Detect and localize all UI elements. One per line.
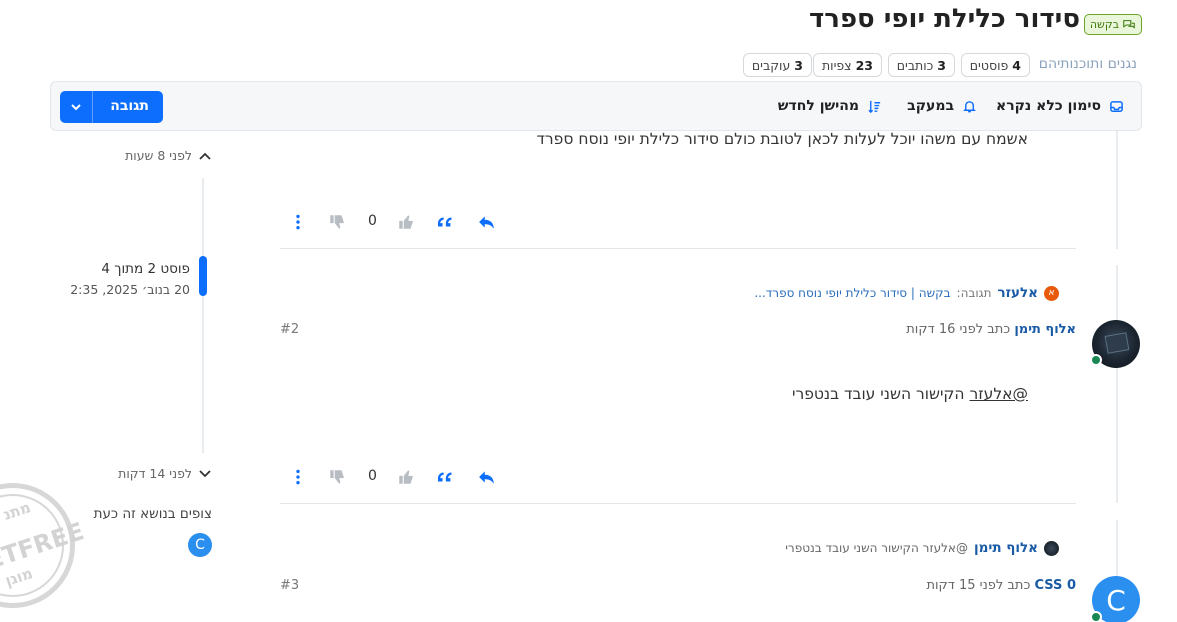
post-author[interactable]: אלוף תימן bbox=[1014, 322, 1076, 337]
post-2-header: אלוף תימן כתב לפני 16 דקות bbox=[906, 322, 1076, 337]
stat-views-label: צפיות bbox=[821, 57, 852, 73]
thumbs-down-icon[interactable] bbox=[325, 208, 349, 236]
tracking-button[interactable]: במעקב bbox=[907, 82, 977, 130]
topic-title: סידור כלילת יופי ספרד bbox=[809, 4, 1080, 34]
mention-link[interactable]: @אלעזר bbox=[970, 385, 1029, 403]
mark-unread-label: סימון כלא נקרא bbox=[996, 98, 1101, 114]
timeline-line bbox=[1116, 131, 1118, 249]
stat-writers-label: כותבים bbox=[896, 57, 934, 73]
post-meta[interactable]: כתב לפני 16 דקות bbox=[906, 322, 1010, 337]
thumbs-up-icon[interactable] bbox=[394, 463, 418, 491]
reply-icon[interactable] bbox=[475, 208, 499, 236]
nav-thumb[interactable] bbox=[199, 256, 207, 296]
reply-icon[interactable] bbox=[475, 463, 499, 491]
stat-views-value: 23 bbox=[855, 57, 873, 73]
chevron-down-icon[interactable] bbox=[70, 101, 82, 113]
post-2-text: הקישור השני עובד בנטפרי bbox=[791, 385, 965, 403]
parent-avatar: א bbox=[1044, 285, 1059, 301]
timeline-line bbox=[1116, 265, 1118, 503]
post-number[interactable]: #2 bbox=[280, 322, 299, 337]
timeline-line bbox=[1116, 520, 1118, 580]
quote-icon[interactable] bbox=[435, 208, 459, 236]
parent-avatar bbox=[1044, 540, 1059, 556]
post-divider bbox=[280, 248, 1076, 249]
post-2-actions: 0 bbox=[280, 463, 500, 491]
more-options-icon[interactable] bbox=[286, 208, 310, 236]
inbox-icon bbox=[1110, 100, 1123, 112]
mark-unread-button[interactable]: סימון כלא נקרא bbox=[996, 82, 1124, 130]
nav-date: 20 בנוב׳ 2025, 2:35 bbox=[70, 282, 190, 297]
post-divider bbox=[280, 503, 1076, 504]
post-1-actions: 0 bbox=[280, 208, 500, 236]
sort-button[interactable]: מהישן לחדש bbox=[778, 82, 882, 130]
parent-content[interactable]: @אלעזר הקישור השני עובד בנטפרי bbox=[785, 541, 968, 555]
stat-followers-value: 3 bbox=[794, 57, 803, 73]
reply-button[interactable]: תגובה bbox=[60, 91, 163, 123]
sort-icon bbox=[868, 100, 881, 113]
post-meta[interactable]: כתב לפני 15 דקות bbox=[926, 578, 1030, 593]
post-1-content: אשמח עם משהו יוכל לעלות לכאן לטובת כולם … bbox=[536, 130, 1028, 148]
reply-divider bbox=[92, 91, 93, 123]
nav-index: פוסט 2 מתוך 4 bbox=[101, 261, 190, 277]
chevron-up-icon bbox=[199, 152, 211, 160]
tag-label: בקשה bbox=[1089, 18, 1119, 31]
stat-followers: 3 עוקבים bbox=[742, 53, 812, 77]
quote-icon[interactable] bbox=[435, 463, 459, 491]
stat-followers-label: עוקבים bbox=[751, 57, 791, 73]
nav-top-time: לפני 8 שעות bbox=[125, 148, 192, 163]
parent-author[interactable]: אלעזר bbox=[997, 285, 1038, 301]
vote-count: 0 bbox=[368, 468, 377, 484]
parent-prefix: תגובה: bbox=[956, 286, 992, 300]
online-status-dot bbox=[1090, 611, 1102, 622]
stat-writers: 3 כותבים bbox=[887, 53, 955, 77]
parent-author[interactable]: אלוף תימן bbox=[974, 540, 1038, 556]
post-3-parent[interactable]: אלוף תימן @אלעזר הקישור השני עובד בנטפרי bbox=[785, 540, 1059, 556]
stat-posts: 4 פוסטים bbox=[960, 53, 1030, 77]
stat-posts-value: 4 bbox=[1012, 57, 1021, 73]
online-status-dot bbox=[1090, 354, 1102, 366]
nav-bottom-time: לפני 14 דקות bbox=[118, 466, 192, 481]
thumbs-up-icon[interactable] bbox=[394, 208, 418, 236]
post-author[interactable]: CSS 0 bbox=[1035, 578, 1077, 593]
more-options-icon[interactable] bbox=[286, 463, 310, 491]
post-number[interactable]: #3 bbox=[280, 578, 299, 593]
stat-writers-value: 3 bbox=[937, 57, 946, 73]
bell-icon bbox=[963, 100, 976, 112]
nav-top[interactable]: לפני 8 שעות bbox=[125, 148, 212, 163]
nav-bottom[interactable]: לפני 14 דקות bbox=[118, 466, 212, 481]
nav-track[interactable] bbox=[202, 178, 204, 453]
sort-label: מהישן לחדש bbox=[777, 98, 859, 114]
tracking-label: במעקב bbox=[907, 98, 954, 114]
netfree-watermark: מתנ ETFREE מוגן bbox=[0, 483, 87, 608]
viewer-avatar[interactable]: C bbox=[188, 533, 212, 557]
post-2-content: @אלעזר הקישור השני עובד בנטפרי bbox=[792, 385, 1028, 403]
post-2-parent[interactable]: א אלעזר תגובה: בקשה | סידור כלילת יופי נ… bbox=[754, 285, 1059, 301]
stat-views: 23 צפיות bbox=[812, 53, 882, 77]
thumbs-down-icon[interactable] bbox=[325, 463, 349, 491]
viewers-label: צופים בנושא זה כעת bbox=[93, 506, 212, 522]
vote-count: 0 bbox=[368, 213, 377, 229]
tag-badge[interactable]: בקשה bbox=[1083, 14, 1142, 35]
stat-posts-label: פוסטים bbox=[969, 57, 1009, 73]
chevron-down-icon bbox=[199, 469, 211, 477]
chat-icon bbox=[1123, 19, 1135, 29]
reply-label: תגובה bbox=[110, 98, 149, 114]
category-link[interactable]: נגנים ותוכנותיהם bbox=[1039, 56, 1137, 72]
topic-toolbar: סימון כלא נקרא במעקב מהישן לחדש תגובה bbox=[50, 81, 1142, 131]
post-3-header: CSS 0 כתב לפני 15 דקות bbox=[926, 578, 1076, 593]
parent-content[interactable]: בקשה | סידור כלילת יופי נוסח ספרד... bbox=[754, 286, 950, 300]
